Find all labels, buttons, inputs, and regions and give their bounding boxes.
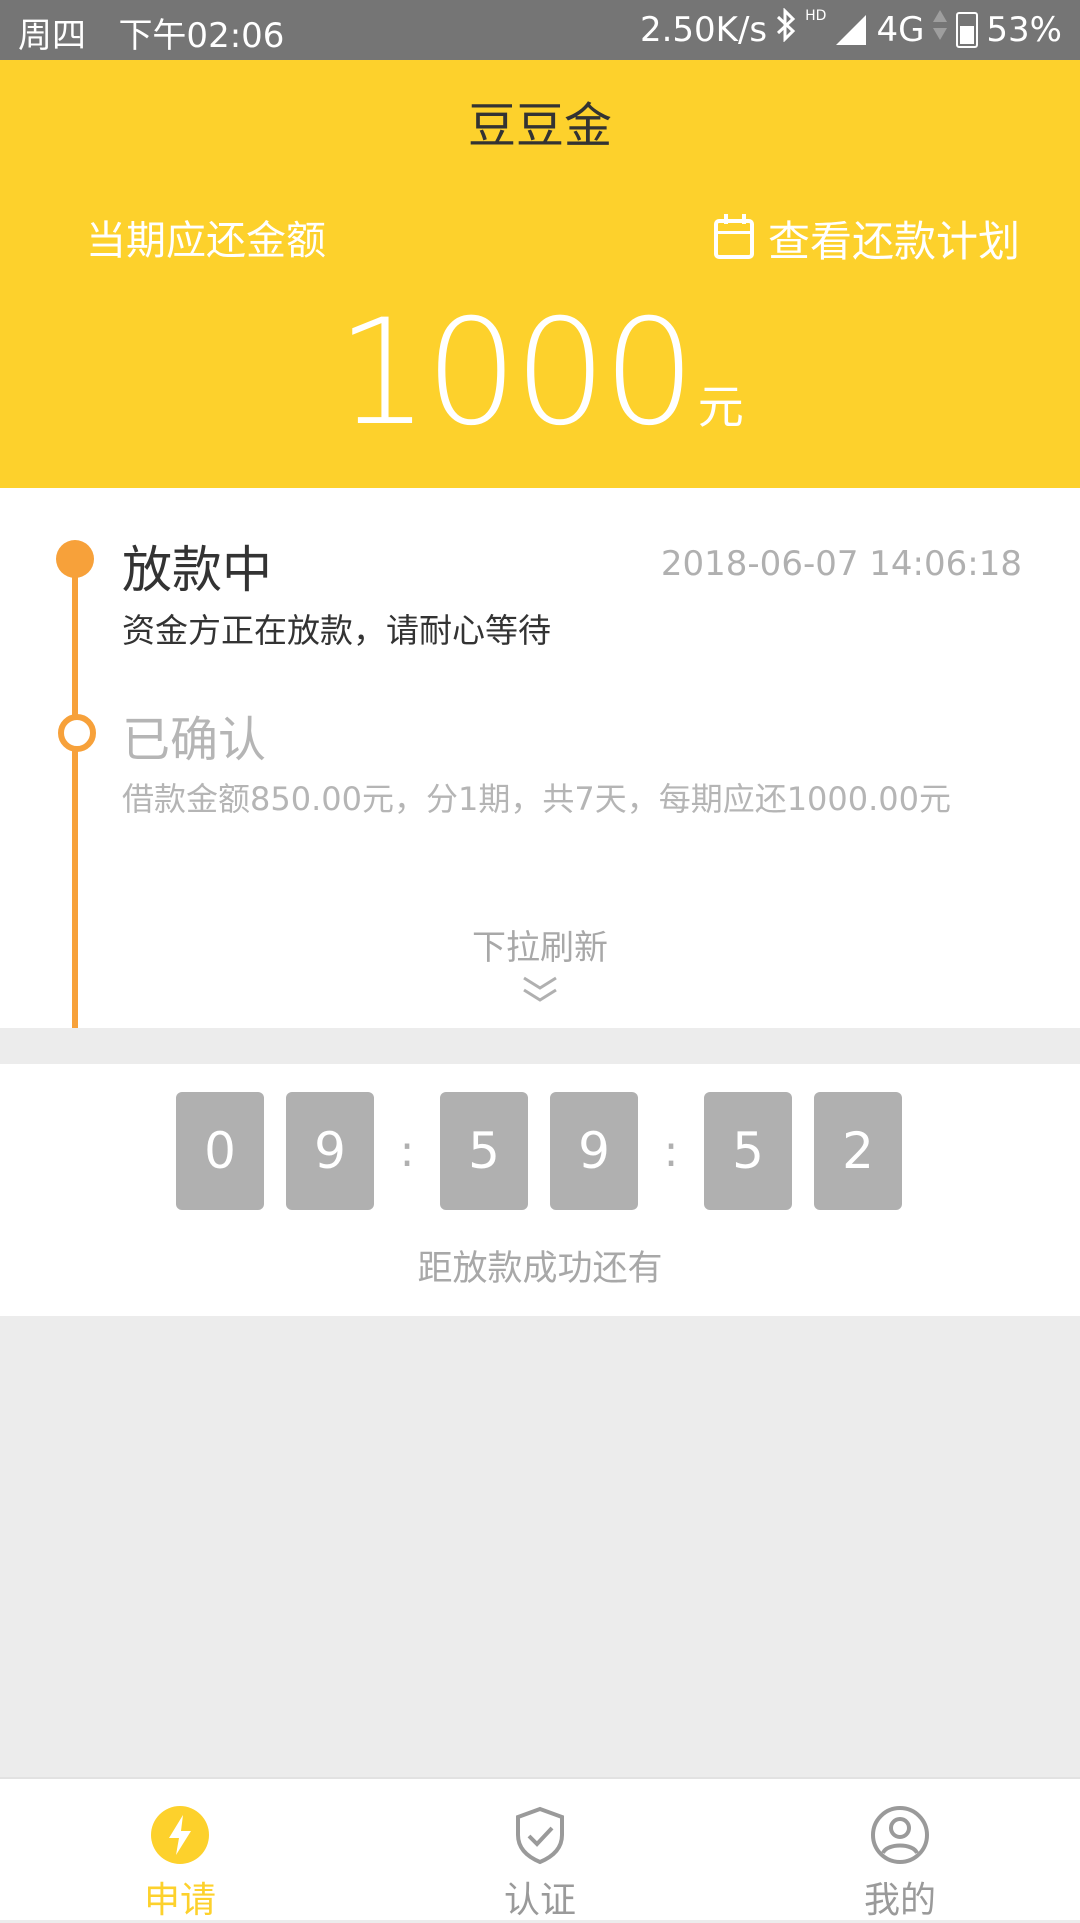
tab-mine[interactable]: 我的 (810, 1779, 990, 1921)
tab-label: 我的 (863, 1880, 936, 1921)
status-bar: 周四 下午02:06 2.50K/s HD 4G 53% (0, 0, 1080, 60)
countdown-digit: 0 (176, 1092, 264, 1210)
event-title-confirmed: 已确认 (122, 712, 267, 768)
due-amount: 1000 元 (0, 288, 1080, 458)
tab-verify[interactable]: 认证 (450, 1779, 630, 1921)
countdown-panel: 0 9 : 5 9 : 5 2 距放款成功还有 (0, 1064, 1080, 1316)
countdown-digit: 9 (286, 1092, 374, 1210)
countdown-label: 距放款成功还有 (417, 1249, 663, 1289)
countdown-separator: : (663, 1125, 679, 1177)
due-amount-label: 当期应还金额 (86, 218, 326, 264)
network-type: 4G (876, 9, 925, 50)
timeline-dot-done (58, 714, 96, 752)
countdown-digit: 9 (550, 1092, 638, 1210)
countdown-digit: 2 (814, 1092, 902, 1210)
countdown-separator: : (399, 1125, 415, 1177)
status-day: 周四 (18, 16, 86, 56)
battery-icon (956, 11, 979, 48)
status-right: 2.50K/s HD 4G 53% (639, 7, 1062, 51)
view-plan-label: 查看还款计划 (767, 217, 1020, 266)
bluetooth-icon (775, 7, 797, 51)
due-amount-value: 1000 (336, 288, 696, 458)
battery-percent: 53% (986, 9, 1062, 50)
tab-label: 认证 (503, 1880, 576, 1921)
pull-to-refresh-label: 下拉刷新 (472, 928, 608, 968)
hd-badge: HD (805, 8, 827, 24)
timeline-dot-active (56, 540, 94, 578)
lightning-icon (151, 1806, 209, 1864)
shield-check-icon (516, 1806, 564, 1865)
countdown-digit: 5 (704, 1092, 792, 1210)
user-icon (871, 1806, 929, 1864)
repayment-header: 豆豆金 当期应还金额 查看还款计划 1000 元 (0, 60, 1080, 488)
view-repayment-plan-link[interactable]: 查看还款计划 (713, 208, 1020, 269)
countdown-digits: 0 9 : 5 9 : 5 2 (176, 1092, 902, 1210)
calendar-icon (713, 213, 754, 259)
tab-label: 申请 (143, 1880, 216, 1921)
network-speed: 2.50K/s (639, 9, 768, 50)
event-title-disbursing: 放款中 (122, 541, 272, 599)
app-title: 豆豆金 (467, 98, 612, 154)
data-arrows-icon (932, 8, 948, 51)
double-chevron-down-icon (523, 976, 557, 1002)
status-time: 下午02:06 (118, 16, 285, 56)
status-left: 周四 下午02:06 (18, 8, 284, 57)
event-description-disbursing: 资金方正在放款，请耐心等待 (122, 611, 551, 650)
event-description-confirmed: 借款金额850.00元，分1期，共7天，每期应还1000.00元 (122, 780, 952, 818)
loan-status-timeline: 放款中 2018-06-07 14:06:18 资金方正在放款，请耐心等待 已确… (0, 488, 1080, 1028)
bottom-tab-bar: 申请 认证 我的 (0, 1777, 1080, 1921)
tab-apply[interactable]: 申请 (90, 1779, 270, 1921)
event-timestamp: 2018-06-07 14:06:18 (660, 544, 1022, 584)
countdown-digit: 5 (440, 1092, 528, 1210)
due-amount-unit: 元 (697, 380, 744, 434)
signal-icon (836, 14, 867, 45)
